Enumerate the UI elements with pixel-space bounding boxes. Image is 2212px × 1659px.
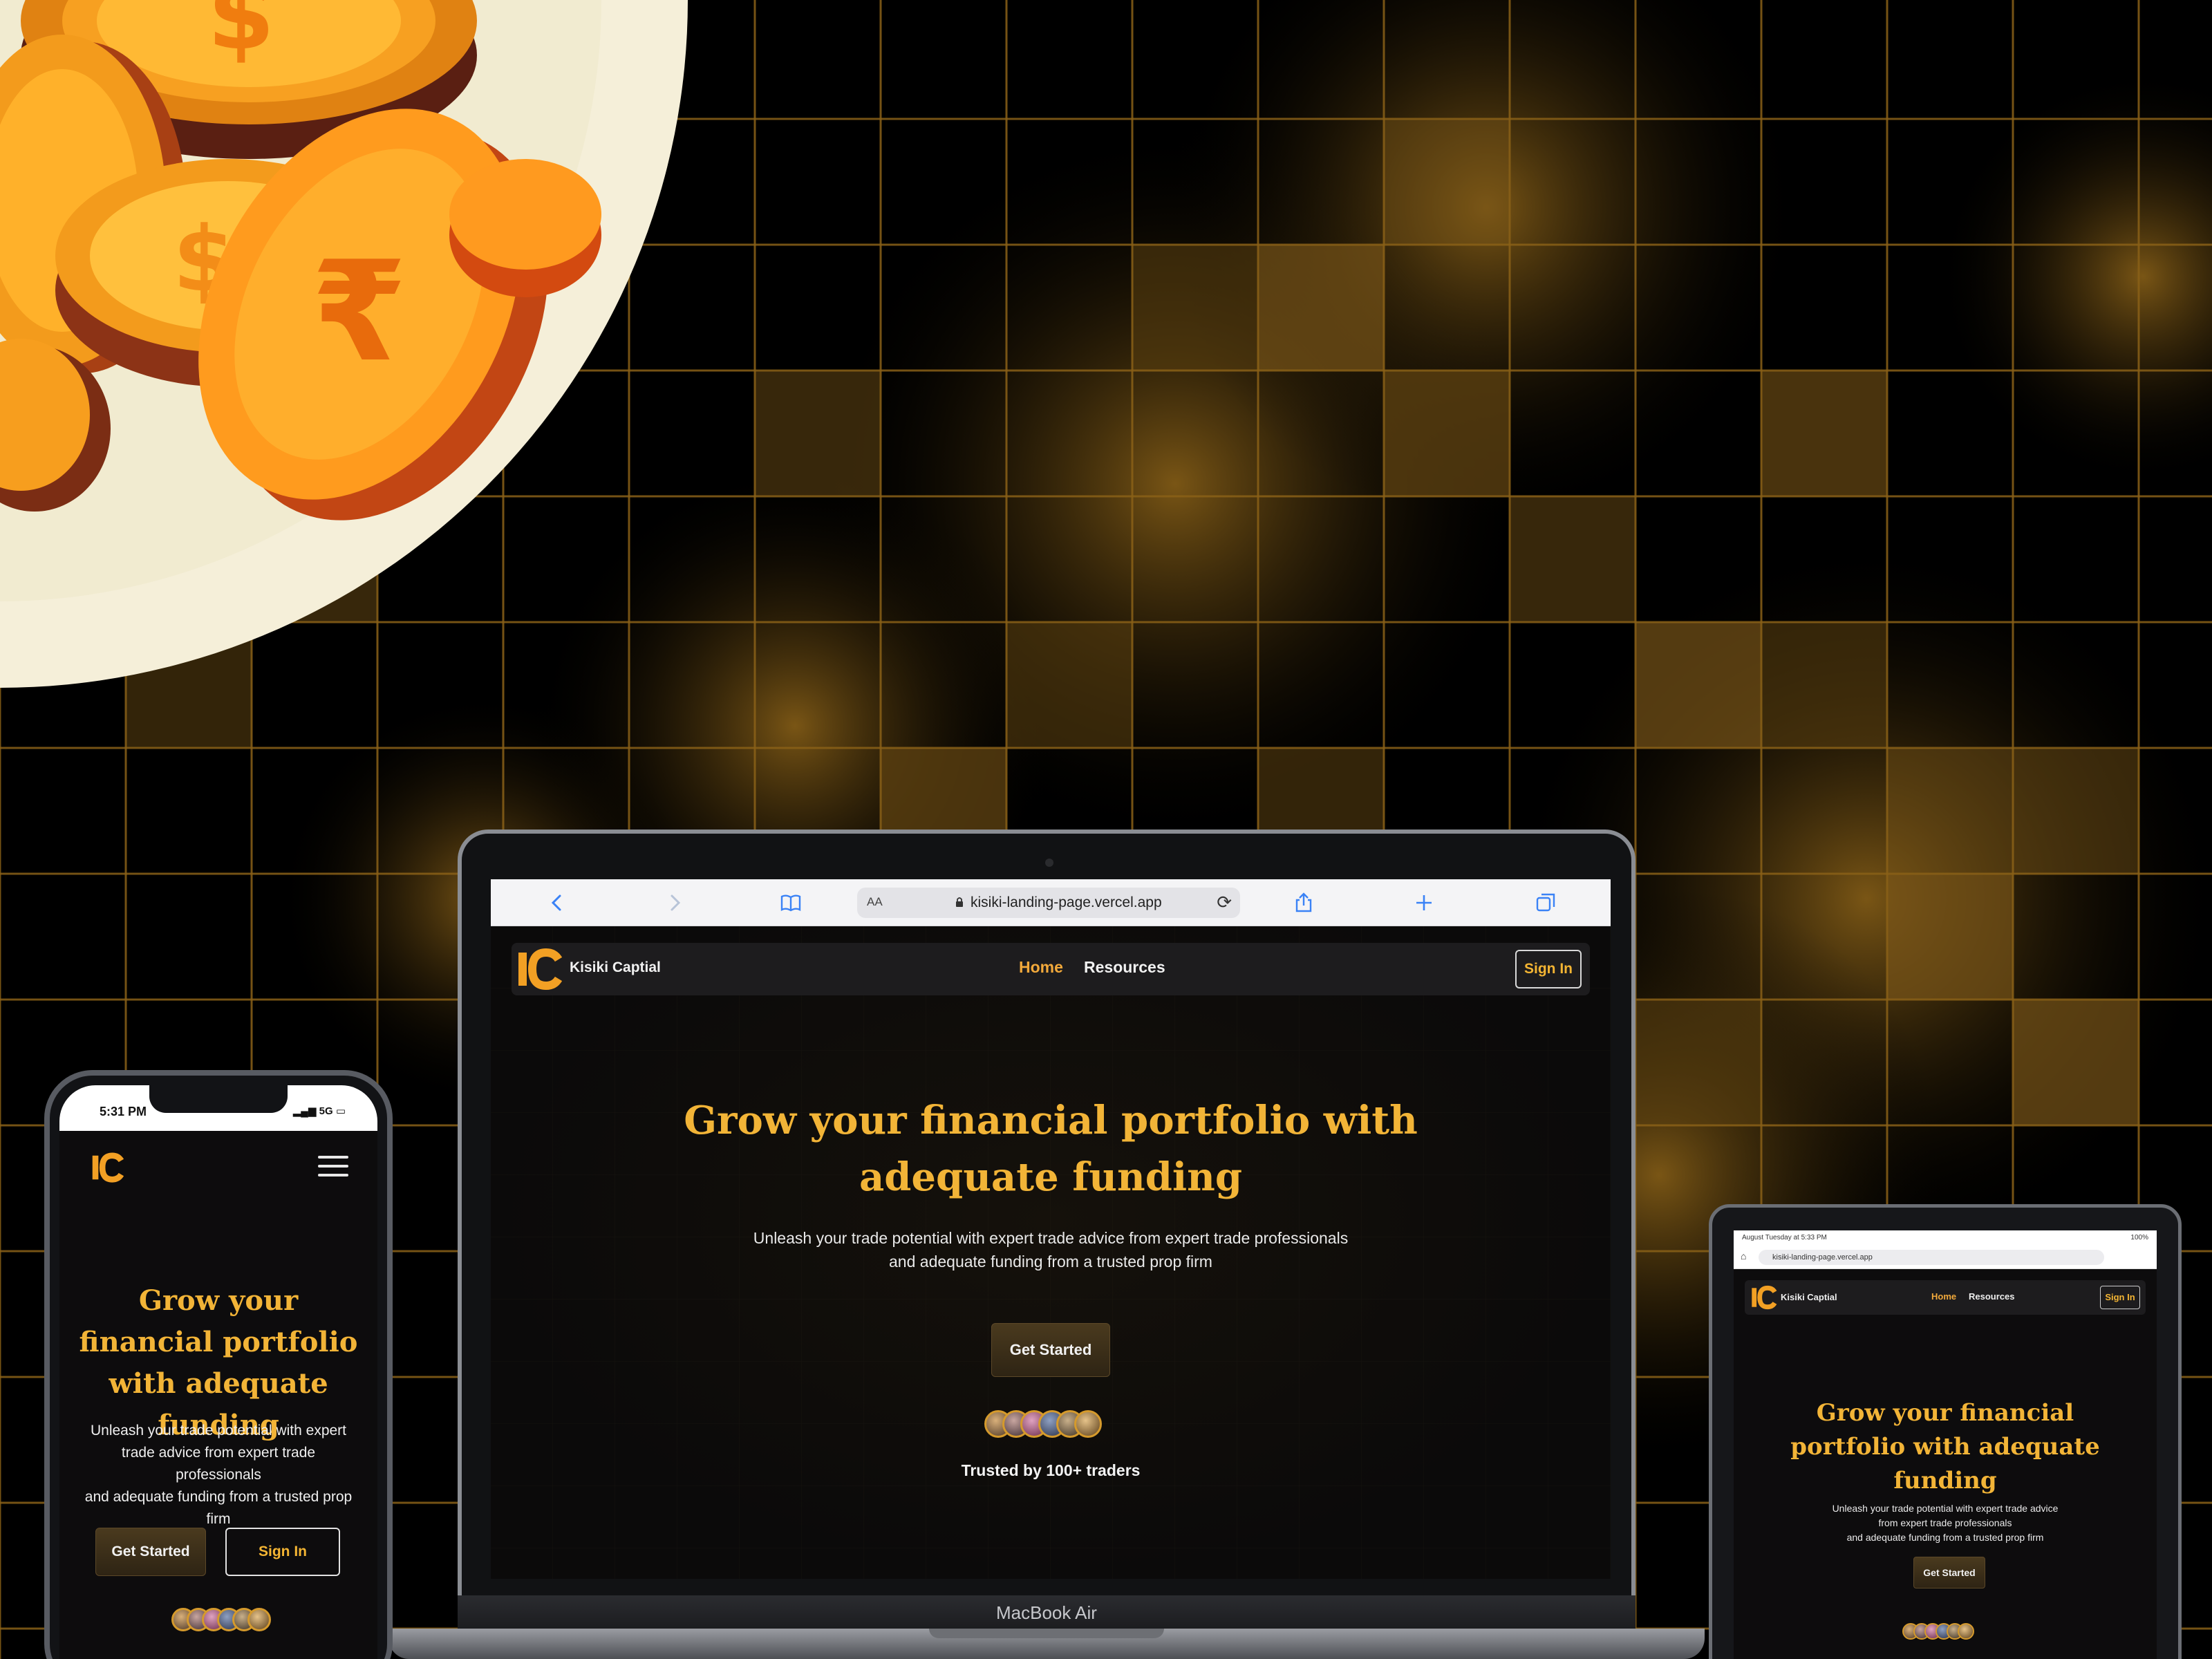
tabs-icon[interactable] (1535, 892, 1557, 914)
laptop-lid: AA kisiki-landing-page.vercel.app ⟳ Kisi… (458, 830, 1635, 1604)
hero-title: Grow your financial portfolio with adequ… (684, 1098, 1418, 1200)
url-text: kisiki-landing-page.vercel.app (971, 894, 1162, 910)
battery-indicator: 100% (2130, 1234, 2148, 1241)
avatar (1074, 1410, 1102, 1438)
status-time: 5:31 PM (100, 1105, 147, 1118)
lock-icon (956, 897, 963, 907)
hero-subtitle: Unleash your trade potential with expert… (1832, 1503, 2059, 1543)
camera (1045, 859, 1053, 867)
browser-address-row: ⌂ kisiki-landing-page.vercel.app (1734, 1246, 2157, 1269)
trader-avatars (1902, 1623, 1974, 1640)
nav-resources[interactable]: Resources (1969, 1291, 2014, 1302)
new-tab-icon[interactable] (1413, 892, 1435, 914)
trader-avatars (171, 1608, 271, 1631)
svg-text:₹: ₹ (311, 232, 407, 393)
tablet-screen: August Tuesday at 5:33 PM 100% ⌂ kisiki-… (1734, 1230, 2157, 1659)
get-started-button[interactable]: Get Started (95, 1528, 206, 1576)
avatar (247, 1608, 271, 1631)
svg-text:$: $ (207, 0, 274, 72)
phone-mockup: 5:31 PM ▂▄▆ 5G ▭ Grow your financial por… (44, 1070, 393, 1659)
laptop-base (388, 1629, 1705, 1659)
kisiki-logo[interactable] (1750, 1284, 1778, 1311)
nav-resources[interactable]: Resources (1084, 958, 1165, 977)
sign-in-button[interactable]: Sign In (1515, 950, 1582, 988)
kisiki-logo[interactable] (516, 947, 564, 991)
hero-subtitle: Unleash your trade potential with expert… (753, 1229, 1349, 1271)
site-navbar: Kisiki Captial Home Resources Sign In (512, 943, 1590, 995)
bookmarks-icon[interactable] (780, 892, 802, 914)
avatar (1958, 1623, 1974, 1640)
status-date: August Tuesday at 5:33 PM (1742, 1234, 1827, 1241)
reload-icon[interactable]: ⟳ (1217, 892, 1232, 913)
get-started-button[interactable]: Get Started (1913, 1557, 1985, 1588)
site-navbar: Kisiki Captial Home Resources Sign In (1745, 1280, 2146, 1315)
hamburger-menu-icon[interactable] (318, 1156, 348, 1179)
forward-icon[interactable] (664, 892, 686, 914)
trusted-by-text: Trusted by 100+ traders (961, 1461, 1141, 1479)
sign-in-button[interactable]: Sign In (2100, 1286, 2140, 1309)
macbook-mockup: AA kisiki-landing-page.vercel.app ⟳ Kisi… (388, 830, 1705, 1659)
signal-icon: ▂▄▆ (292, 1105, 317, 1117)
nav-home[interactable]: Home (1019, 958, 1063, 977)
back-icon[interactable] (546, 892, 568, 914)
tablet-status-bar: August Tuesday at 5:33 PM 100% (1734, 1230, 2157, 1246)
hero-subtitle: Unleash your trade potential with expert… (84, 1423, 353, 1527)
home-icon[interactable]: ⌂ (1741, 1250, 1746, 1262)
kisiki-logo[interactable] (90, 1152, 126, 1183)
laptop-screen: AA kisiki-landing-page.vercel.app ⟳ Kisi… (491, 879, 1611, 1579)
trader-avatars (984, 1410, 1102, 1438)
landing-page: Kisiki Captial Home Resources Sign In Gr… (491, 926, 1611, 1579)
address-bar[interactable]: AA kisiki-landing-page.vercel.app ⟳ (857, 888, 1240, 918)
coin-plate-illustration: $ $ ₹ (0, 0, 688, 688)
laptop-label: MacBook Air (458, 1595, 1635, 1630)
address-bar[interactable]: kisiki-landing-page.vercel.app (1759, 1250, 2104, 1265)
browser-toolbar: AA kisiki-landing-page.vercel.app ⟳ (491, 879, 1611, 926)
brand-name: Kisiki Captial (1781, 1292, 1837, 1302)
network-label: 5G (319, 1105, 333, 1117)
hero-title: Grow your financial portfolio with adequ… (1790, 1399, 2100, 1494)
sign-in-button[interactable]: Sign In (225, 1528, 340, 1576)
phone-screen: 5:31 PM ▂▄▆ 5G ▭ Grow your financial por… (59, 1085, 377, 1659)
url-text: kisiki-landing-page.vercel.app (1772, 1253, 1873, 1262)
share-icon[interactable] (1293, 892, 1315, 914)
signal-indicator: ▂▄▆ 5G ▭ (292, 1105, 346, 1117)
phone-notch (149, 1085, 288, 1113)
tablet-mockup: August Tuesday at 5:33 PM 100% ⌂ kisiki-… (1709, 1204, 2182, 1659)
brand-name: Kisiki Captial (570, 959, 661, 975)
phone-status-bar: 5:31 PM ▂▄▆ 5G ▭ (59, 1085, 377, 1131)
reader-text-size-button[interactable]: AA (867, 895, 883, 909)
get-started-button[interactable]: Get Started (991, 1323, 1110, 1377)
nav-home[interactable]: Home (1931, 1291, 1956, 1302)
